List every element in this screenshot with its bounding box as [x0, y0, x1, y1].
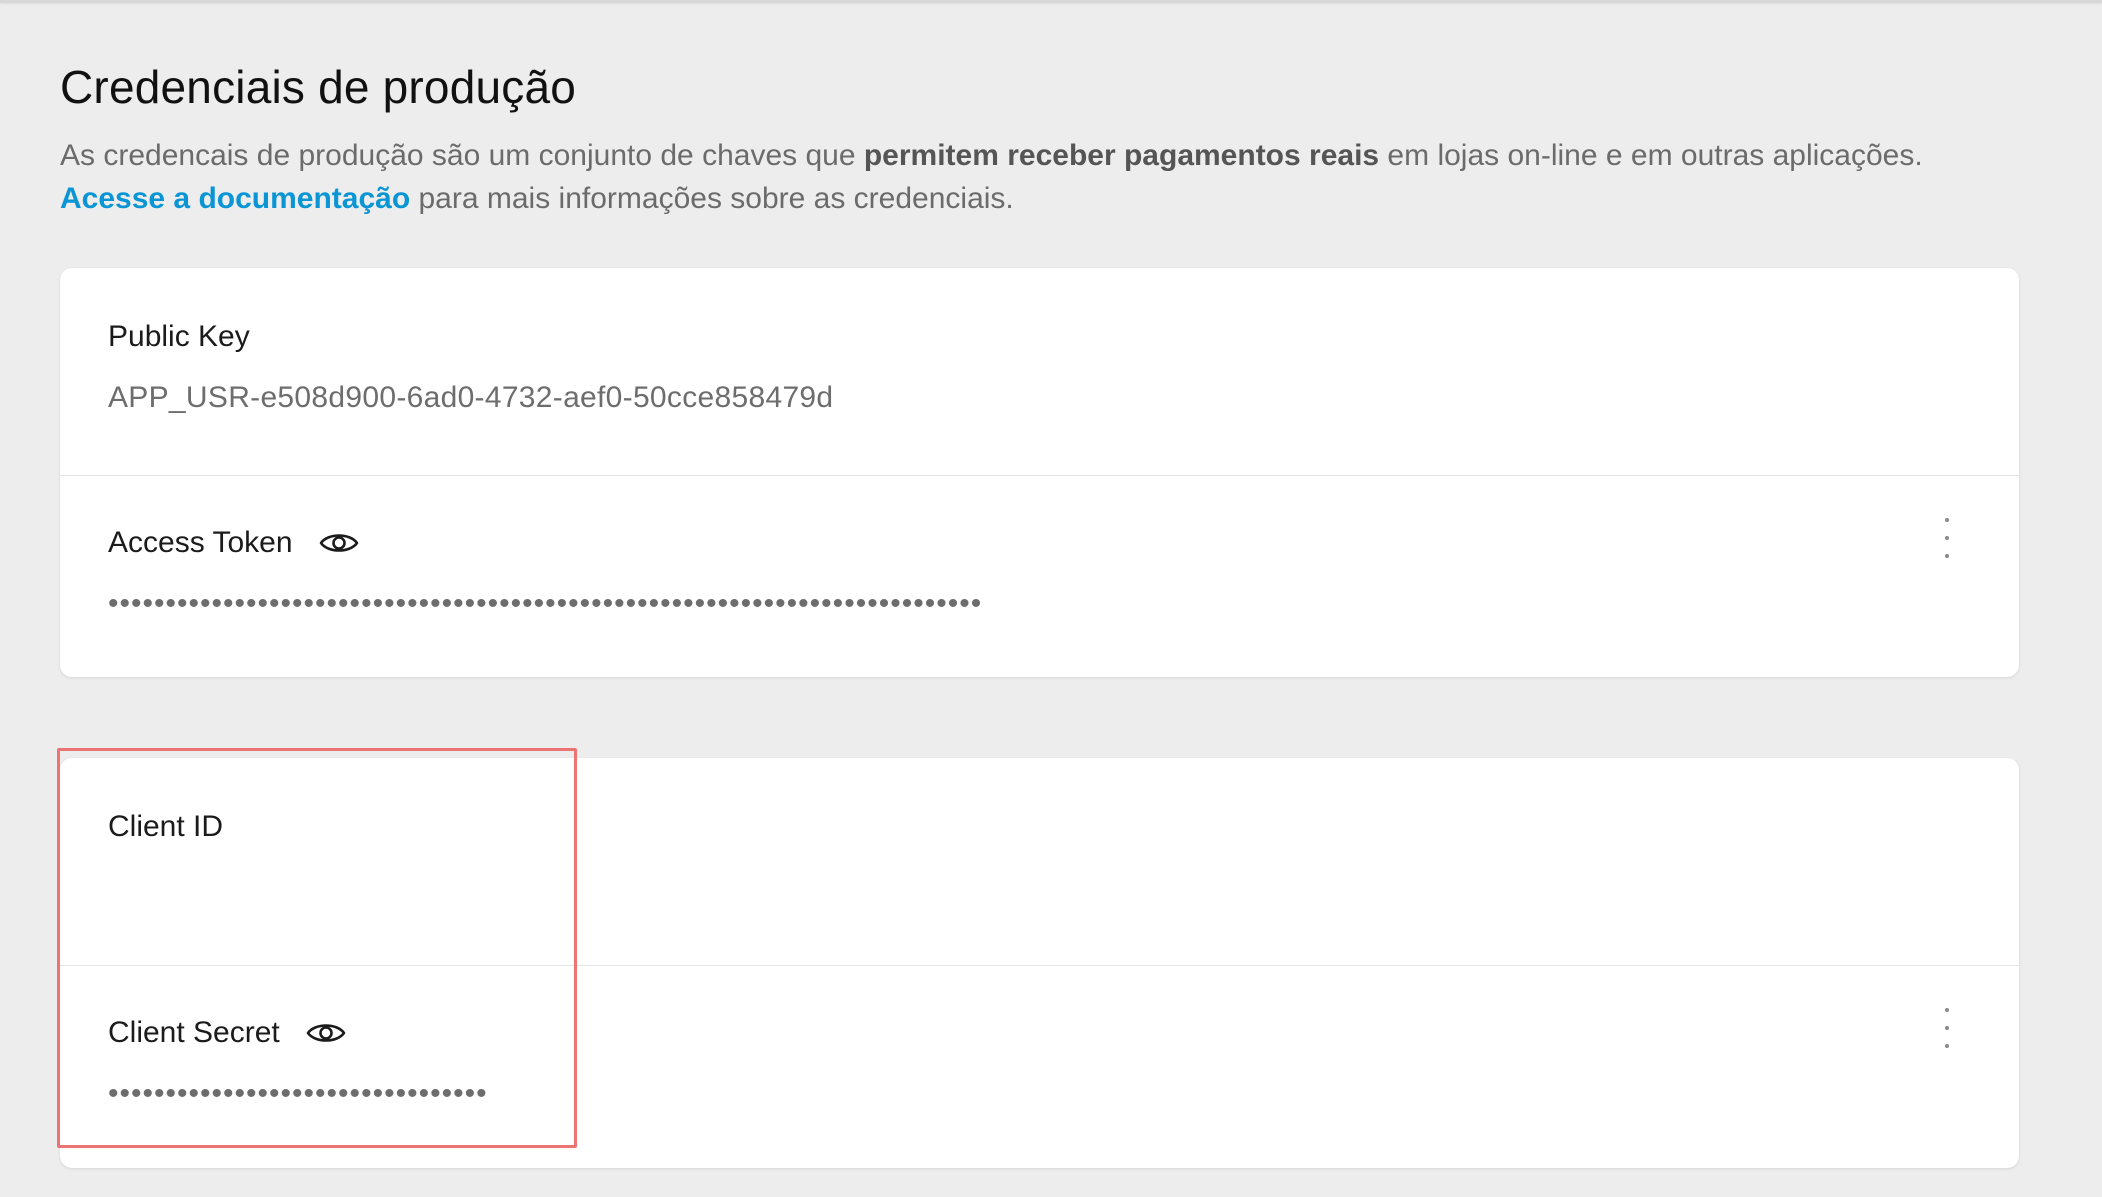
- client-secret-masked-value: •••••••••••••••••••••••••••••••••: [108, 1077, 488, 1110]
- public-key-label: Public Key: [108, 320, 250, 354]
- client-id-row: Client ID: [60, 758, 2019, 966]
- production-keys-card: Public Key APP_USR-e508d900-6ad0-4732-ae…: [60, 268, 2019, 677]
- access-token-label: Access Token: [108, 526, 359, 560]
- intro-text-part3: para mais informações sobre as credencia…: [410, 182, 1014, 215]
- public-key-row: Public Key APP_USR-e508d900-6ad0-4732-ae…: [60, 268, 2019, 476]
- client-credentials-card: Client ID Client Secret ••••••••••••••••…: [60, 758, 2019, 1168]
- top-divider: [0, 0, 2102, 3]
- public-key-value[interactable]: APP_USR-e508d900-6ad0-4732-aef0-50cce858…: [108, 381, 833, 415]
- intro-text: As credencais de produção são um conjunt…: [60, 134, 2050, 220]
- intro-text-part2: em lojas on-line e em outras aplicações.: [1379, 139, 1923, 172]
- access-token-row: Access Token •••••••••••••••••••••••••••…: [60, 476, 2019, 678]
- client-secret-row: Client Secret ••••••••••••••••••••••••••…: [60, 966, 2019, 1168]
- access-token-masked-value: ••••••••••••••••••••••••••••••••••••••••…: [108, 587, 983, 620]
- intro-text-part1: As credencais de produção são um conjunt…: [60, 139, 864, 172]
- more-vertical-icon[interactable]: [1935, 518, 1959, 558]
- client-id-label-text: Client ID: [108, 810, 224, 843]
- client-id-value[interactable]: [108, 876, 408, 896]
- documentation-link[interactable]: Acesse a documentação: [60, 182, 410, 215]
- eye-icon[interactable]: [306, 1019, 346, 1047]
- eye-icon[interactable]: [319, 529, 359, 557]
- intro-text-bold: permitem receber pagamentos reais: [863, 139, 1380, 172]
- more-vertical-icon[interactable]: [1935, 1008, 1959, 1048]
- access-token-label-text: Access Token: [108, 526, 293, 559]
- public-key-label-text: Public Key: [108, 320, 250, 353]
- client-secret-label-text: Client Secret: [108, 1016, 280, 1049]
- client-secret-label: Client Secret: [108, 1016, 346, 1050]
- page-title: Credenciais de produção: [60, 61, 577, 113]
- client-id-label: Client ID: [108, 810, 223, 844]
